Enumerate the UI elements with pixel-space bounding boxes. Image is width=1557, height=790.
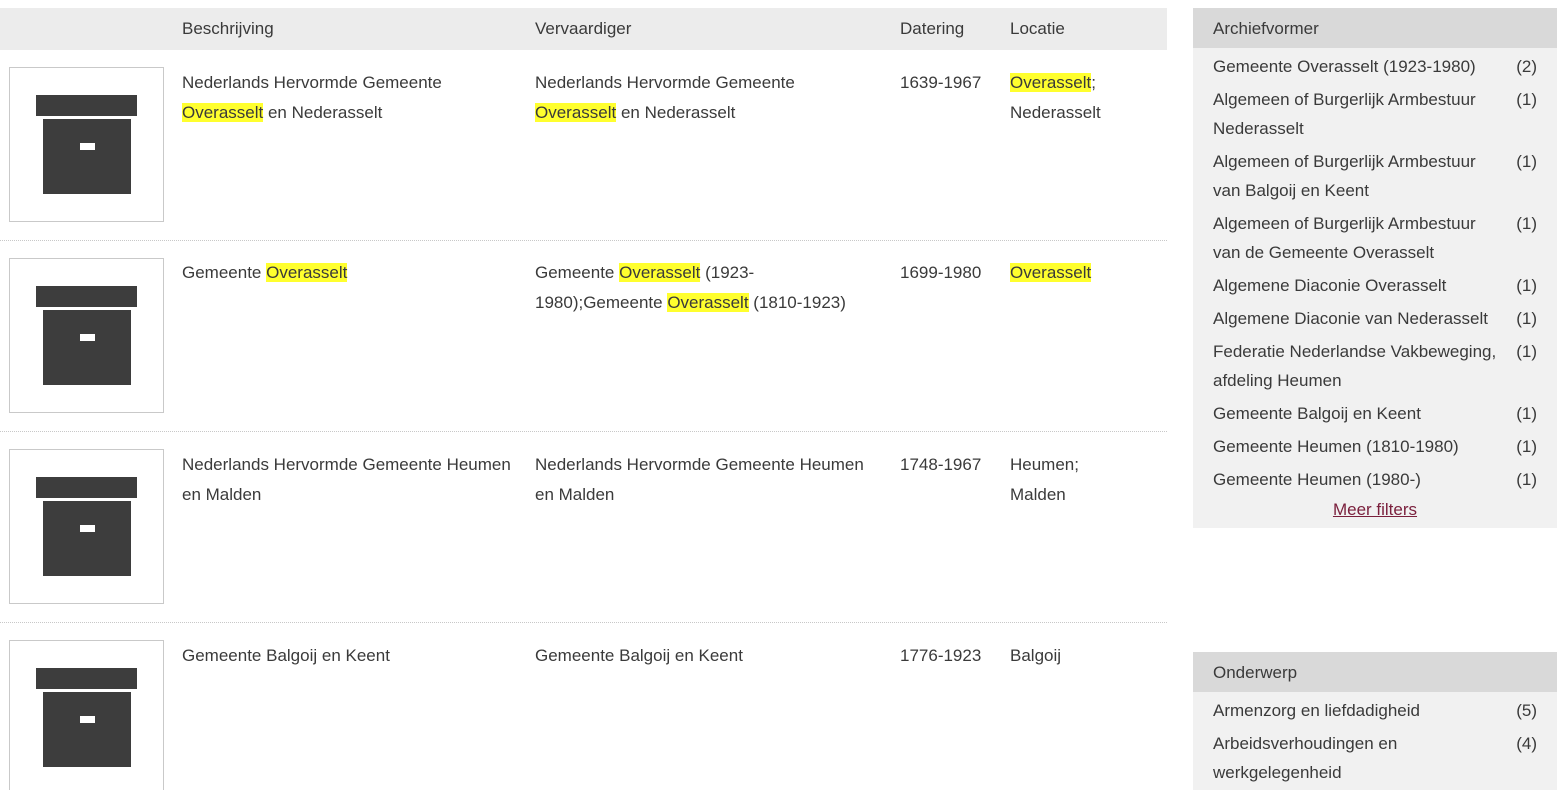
archive-box-icon[interactable] <box>9 449 164 604</box>
search-highlight: Overasselt <box>182 103 264 122</box>
cell-text: Nederlands Hervormde Gemeente <box>182 73 442 92</box>
facet-list: Armenzorg en liefdadigheid (5) Arbeidsverh… <box>1193 692 1557 790</box>
search-highlight: Overasselt <box>1010 73 1092 92</box>
facet-item[interactable]: Armenzorg en liefdadigheid (5) <box>1193 696 1557 729</box>
search-highlight: Overasselt <box>1010 263 1092 282</box>
facet-item-label: Algemeen of Burgerlijk Armbestuur Nedera… <box>1213 90 1476 138</box>
facet-title: Onderwerp <box>1193 652 1557 692</box>
table-row[interactable]: Nederlands Hervormde Gemeente Heumen en … <box>0 432 1167 623</box>
column-header-vervaardiger[interactable]: Vervaardiger <box>535 19 631 39</box>
cell-text: (1810-1923) <box>748 293 846 312</box>
facet-list: Gemeente Overasselt (1923-1980) (2) Algeme… <box>1193 48 1557 498</box>
facet-item-label: Gemeente Balgoij en Keent <box>1213 404 1421 423</box>
cell-text: Nederlands Hervormde Gemeente <box>535 73 795 92</box>
row-beschrijving[interactable]: Nederlands Hervormde Gemeente Heumen en … <box>182 450 512 510</box>
facet-item-count: (1) <box>1516 152 1537 171</box>
facet-item-label: Gemeente Overasselt (1923-1980) <box>1213 57 1476 76</box>
facet-item-label: Algemeen of Burgerlijk Armbestuur van Ba… <box>1213 152 1476 200</box>
facet-item-label: Arbeidsverhoudingen en werkgelegenheid <box>1213 734 1398 782</box>
row-datering: 1748-1967 <box>900 455 982 474</box>
facet-onderwerp: Onderwerp Armenzorg en liefdadigheid (5) A… <box>1193 652 1557 790</box>
facet-item[interactable]: Gemeente Heumen (1810-1980) (1) <box>1193 432 1557 465</box>
cell-text: Nederlands Hervormde Gemeente Heumen en … <box>535 455 864 504</box>
row-datering: 1639-1967 <box>900 73 982 92</box>
row-vervaardiger: Gemeente Overasselt (1923-1980);Gemeente… <box>535 258 855 318</box>
row-vervaardiger: Nederlands Hervormde Gemeente Overasselt… <box>535 68 865 128</box>
facet-item-count: (1) <box>1516 214 1537 233</box>
column-header-datering[interactable]: Datering <box>900 19 964 39</box>
facet-item-count: (1) <box>1516 309 1537 328</box>
row-locatie: Heumen; Malden <box>1010 450 1100 510</box>
archive-box-icon[interactable] <box>9 258 164 413</box>
facet-item-count: (4) <box>1516 734 1537 753</box>
table-header: Beschrijving Vervaardiger Datering Locat… <box>0 8 1167 50</box>
facet-item[interactable]: Algemeen of Burgerlijk Armbestuur van de… <box>1193 209 1557 271</box>
column-header-locatie[interactable]: Locatie <box>1010 19 1065 39</box>
facet-item-count: (2) <box>1516 57 1537 76</box>
facet-item[interactable]: Algemeen of Burgerlijk Armbestuur Nedera… <box>1193 85 1557 147</box>
facet-item-count: (5) <box>1516 701 1537 720</box>
search-highlight: Overasselt <box>266 263 348 282</box>
search-highlight: Overasselt <box>667 293 749 312</box>
facet-item-count: (1) <box>1516 90 1537 109</box>
facet-item-label: Algemene Diaconie Overasselt <box>1213 276 1447 295</box>
facet-item-count: (1) <box>1516 437 1537 456</box>
row-beschrijving[interactable]: Gemeente Balgoij en Keent <box>182 641 512 671</box>
facet-title: Archiefvormer <box>1193 8 1557 48</box>
row-vervaardiger: Gemeente Balgoij en Keent <box>535 641 865 671</box>
facet-item[interactable]: Arbeidsverhoudingen en werkgelegenheid (4… <box>1193 729 1557 790</box>
cell-text: Heumen; Malden <box>1010 455 1079 504</box>
row-beschrijving[interactable]: Gemeente Overasselt <box>182 258 512 288</box>
facet-item-label: Algemene Diaconie van Nederasselt <box>1213 309 1488 328</box>
facet-item[interactable]: Algemene Diaconie Overasselt (1) <box>1193 271 1557 304</box>
facet-item[interactable]: Federatie Nederlandse Vakbeweging, afdel… <box>1193 337 1557 399</box>
row-locatie: Overasselt; Nederasselt <box>1010 68 1160 128</box>
table-row[interactable]: Gemeente Balgoij en Keent Gemeente Balgo… <box>0 623 1167 790</box>
results-table: Beschrijving Vervaardiger Datering Locat… <box>0 8 1167 790</box>
table-row[interactable]: Gemeente Overasselt Gemeente Overasselt … <box>0 241 1167 432</box>
cell-text: Balgoij <box>1010 646 1062 665</box>
cell-text: Gemeente Balgoij en Keent <box>182 646 390 665</box>
facet-item-count: (1) <box>1516 470 1537 489</box>
column-header-beschrijving[interactable]: Beschrijving <box>182 19 274 39</box>
search-highlight: Overasselt <box>535 103 617 122</box>
cell-text: Gemeente <box>182 263 267 282</box>
more-filters-link[interactable]: Meer filters <box>1333 500 1417 519</box>
table-row[interactable]: Nederlands Hervormde Gemeente Overasselt… <box>0 50 1167 241</box>
facet-item[interactable]: Gemeente Overasselt (1923-1980) (2) <box>1193 52 1557 85</box>
row-vervaardiger: Nederlands Hervormde Gemeente Heumen en … <box>535 450 865 510</box>
facet-item[interactable]: Gemeente Heumen (1980-) (1) <box>1193 465 1557 498</box>
search-highlight: Overasselt <box>619 263 701 282</box>
facet-item-label: Armenzorg en liefdadigheid <box>1213 701 1420 720</box>
archive-box-icon[interactable] <box>9 67 164 222</box>
cell-text: Nederlands Hervormde Gemeente Heumen en … <box>182 455 511 504</box>
cell-text: Gemeente Balgoij en Keent <box>535 646 743 665</box>
cell-text: en Nederasselt <box>263 103 383 122</box>
facet-item-label: Algemeen of Burgerlijk Armbestuur van de… <box>1213 214 1476 262</box>
facet-item-label: Gemeente Heumen (1810-1980) <box>1213 437 1459 456</box>
facet-item-label: Federatie Nederlandse Vakbeweging, afdel… <box>1213 342 1497 390</box>
facet-archiefvormer: Archiefvormer Gemeente Overasselt (1923-… <box>1193 8 1557 528</box>
archive-box-icon[interactable] <box>9 640 164 790</box>
row-locatie: Balgoij <box>1010 641 1160 671</box>
facet-item-count: (1) <box>1516 342 1537 361</box>
facet-item[interactable]: Gemeente Balgoij en Keent (1) <box>1193 399 1557 432</box>
row-datering: 1776-1923 <box>900 646 982 665</box>
facet-item-label: Gemeente Heumen (1980-) <box>1213 470 1421 489</box>
row-locatie: Overasselt <box>1010 258 1160 288</box>
cell-text: Gemeente <box>535 263 620 282</box>
row-beschrijving[interactable]: Nederlands Hervormde Gemeente Overasselt… <box>182 68 512 128</box>
row-datering: 1699-1980 <box>900 263 982 282</box>
facet-item[interactable]: Algemeen of Burgerlijk Armbestuur van Ba… <box>1193 147 1557 209</box>
cell-text: en Nederasselt <box>616 103 736 122</box>
facet-item-count: (1) <box>1516 404 1537 423</box>
facet-item[interactable]: Algemene Diaconie van Nederasselt (1) <box>1193 304 1557 337</box>
facet-item-count: (1) <box>1516 276 1537 295</box>
